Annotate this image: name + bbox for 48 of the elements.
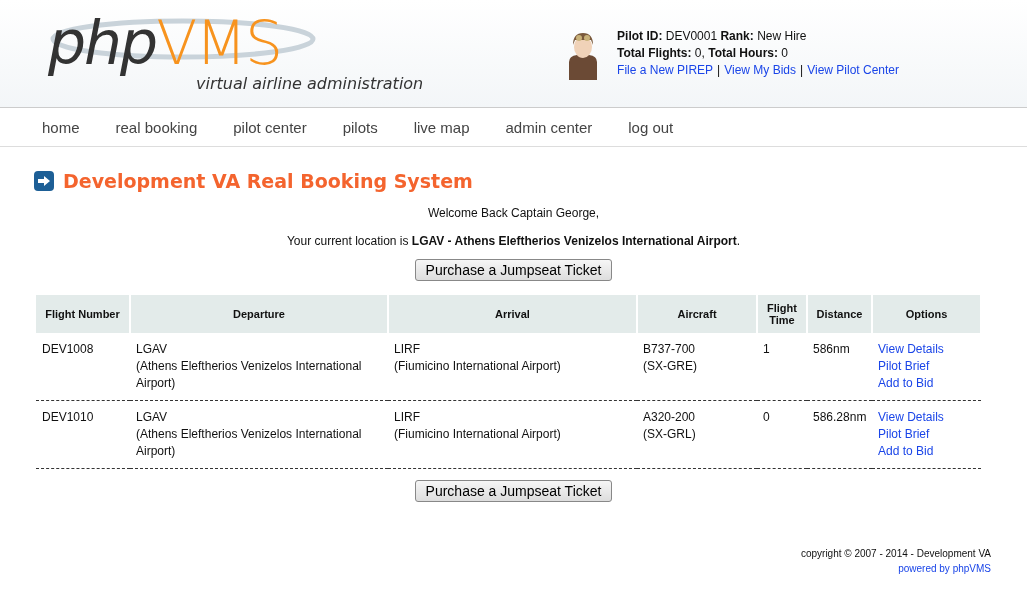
column-header: Aircraft	[637, 295, 757, 333]
table-cell: 0	[757, 400, 807, 469]
nav-link[interactable]: home	[42, 118, 80, 136]
pilot-link[interactable]: File a New PIREP	[617, 62, 714, 79]
table-cell: 1	[757, 333, 807, 401]
table-cell: B737-700 (SX-GRE)	[637, 333, 757, 401]
table-cell: 586nm	[807, 333, 872, 401]
column-header: Arrival	[388, 295, 637, 333]
column-header: Departure	[130, 295, 388, 333]
nav-link[interactable]: live map	[413, 118, 470, 136]
table-cell: 586.28nm	[807, 400, 872, 469]
option-link[interactable]: Pilot Brief	[878, 359, 930, 373]
pilot-stats-text: Total Flights: 0, Total Hours: 0	[617, 45, 789, 62]
pilot-link[interactable]: View Pilot Center	[807, 62, 899, 79]
nav-link[interactable]: real booking	[115, 118, 198, 136]
pilot-avatar-icon	[567, 30, 600, 80]
table-cell: LGAV (Athens Eleftherios Venizelos International Airport)	[130, 400, 388, 469]
nav-link[interactable]: pilots	[342, 118, 378, 136]
nav-link[interactable]: log out	[628, 118, 674, 136]
option-link[interactable]: View Details	[878, 342, 944, 356]
nav-link[interactable]: admin center	[505, 118, 593, 136]
copyright-text: copyright © 2007 - 2014 - Development VA	[799, 547, 991, 561]
table-cell: LIRF (Fiumicino International Airport)	[388, 400, 637, 469]
option-link[interactable]: Pilot Brief	[878, 427, 930, 441]
nav-link[interactable]: pilot center	[233, 118, 307, 136]
page-title: Development VA Real Booking System	[63, 170, 473, 192]
option-link[interactable]: View Details	[878, 410, 944, 424]
powered-by-link[interactable]: powered by phpVMS	[898, 563, 991, 574]
logo: phpVMS virtual airline administration	[48, 10, 424, 95]
option-link[interactable]: Add to Bid	[878, 376, 934, 390]
purchase-ticket-button[interactable]: Purchase a Jumpseat Ticket	[414, 259, 613, 281]
welcome-text: Welcome Back Captain George,	[426, 206, 601, 220]
purchase-ticket-button[interactable]: Purchase a Jumpseat Ticket	[414, 480, 613, 502]
table-cell: A320-200 (SX-GRL)	[637, 400, 757, 469]
table-cell: LGAV (Athens Eleftherios Venizelos International Airport)	[130, 333, 388, 401]
separator-text: |	[800, 62, 804, 79]
column-header: Distance	[807, 295, 872, 333]
option-link[interactable]: Add to Bid	[878, 444, 934, 458]
pilot-id-text: Pilot ID: DEV0001 Rank: New Hire	[617, 28, 808, 45]
column-header: Flight Time	[757, 295, 807, 333]
column-header: Options	[872, 295, 981, 333]
table-cell: LIRF (Fiumicino International Airport)	[388, 333, 637, 401]
location-text: Your current location is LGAV - Athens Eleftherios Venizelos International Airport.	[285, 234, 742, 248]
column-header: Flight Number	[36, 295, 130, 333]
pilot-link[interactable]: View My Bids	[724, 62, 797, 79]
table-cell: DEV1010	[36, 400, 130, 469]
table-cell: DEV1008	[36, 333, 130, 401]
separator-text: |	[717, 62, 721, 79]
